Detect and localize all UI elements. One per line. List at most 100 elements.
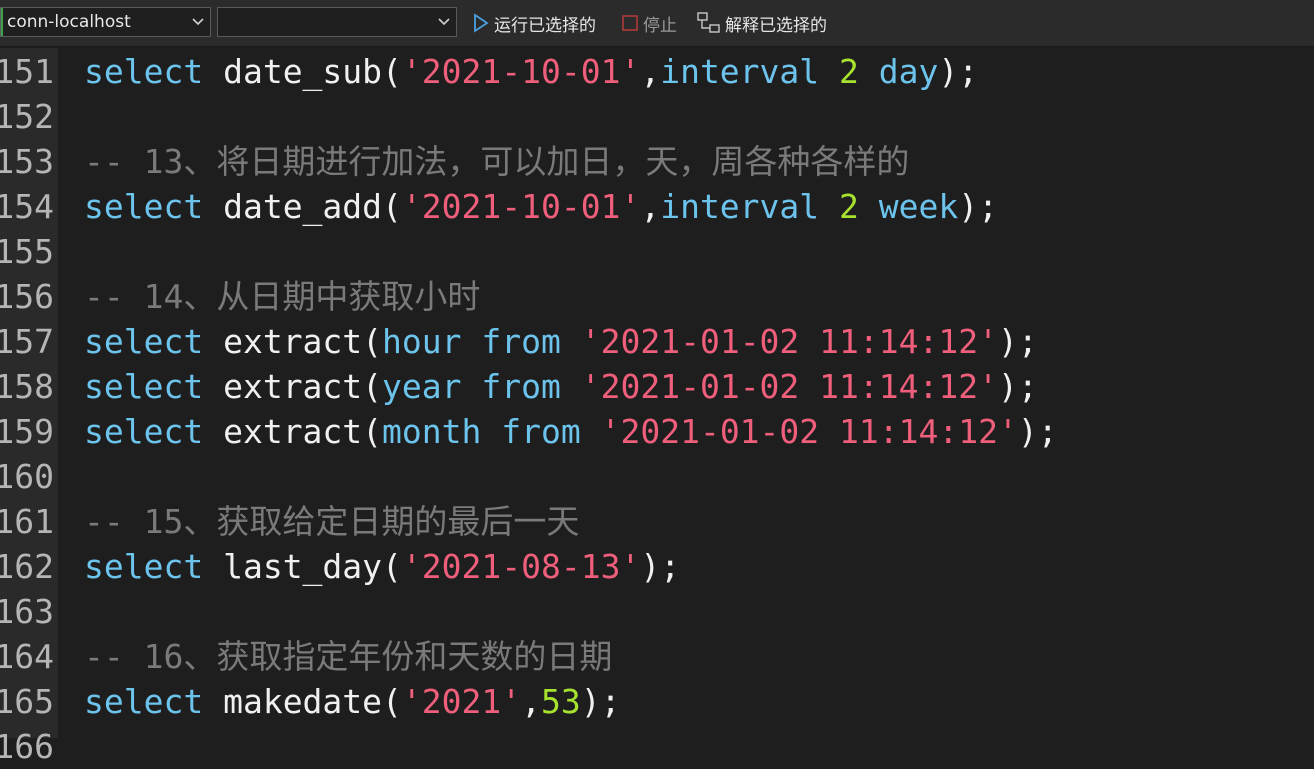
code-line: 155 <box>0 229 1314 274</box>
explain-selected-label: 解释已选择的 <box>725 15 827 36</box>
plain-token: date_add( <box>203 187 402 226</box>
plain-token: , <box>521 682 541 721</box>
code-line: 166 <box>0 724 1314 769</box>
code-text: -- 16、获取指定年份和天数的日期 <box>84 634 612 679</box>
string-token: '2021-01-02 11:14:12' <box>580 322 998 361</box>
connection-status-indicator <box>1 8 3 36</box>
keyword-token: week <box>878 187 959 226</box>
code-line: 152 <box>0 94 1314 139</box>
toolbar: conn-localhost 运行已选择的 停止 解释已选择的 <box>0 0 1314 47</box>
line-number: 159 <box>0 412 54 451</box>
code-text: select date_sub('2021-10-01',interval 2 … <box>84 49 978 94</box>
number-token: 2 <box>839 52 859 91</box>
stop-button[interactable]: 停止 <box>621 10 677 36</box>
line-number: 151 <box>0 52 54 91</box>
stop-label: 停止 <box>643 15 677 36</box>
run-selected-button[interactable]: 运行已选择的 <box>472 10 596 36</box>
plain-token: extract( <box>203 412 383 451</box>
plain-token: ); <box>938 52 979 91</box>
line-number: 164 <box>0 637 54 676</box>
keyword-token: month <box>382 412 482 451</box>
stop-icon <box>622 15 638 31</box>
code-text: select extract(month from '2021-01-02 11… <box>84 409 1058 454</box>
code-line: 157 select extract(hour from '2021-01-02 … <box>0 319 1314 364</box>
keyword-token: select <box>84 367 204 406</box>
string-token: '2021-08-13' <box>401 547 641 586</box>
line-number: 155 <box>0 232 54 271</box>
plain-token: extract( <box>203 322 383 361</box>
connection-select-value: conn-localhost <box>7 12 131 32</box>
keyword-token: select <box>84 187 204 226</box>
code-text: select makedate('2021',53); <box>84 679 621 724</box>
code-line: 156 -- 14、从日期中获取小时 <box>0 274 1314 319</box>
keyword-token: select <box>84 682 204 721</box>
play-icon <box>474 13 489 33</box>
connection-select[interactable]: conn-localhost <box>0 7 211 37</box>
plain-token: ); <box>580 682 621 721</box>
code-line: 153 -- 13、将日期进行加法，可以加日，天，周各种各样的 <box>0 139 1314 184</box>
plain-token: ); <box>1017 412 1058 451</box>
comment-token: -- 14、从日期中获取小时 <box>84 277 481 316</box>
sql-editor[interactable]: 151 select date_sub('2021-10-01',interval… <box>0 48 1314 766</box>
plain-token: extract( <box>203 367 383 406</box>
code-line: 163 <box>0 589 1314 634</box>
keyword-token: interval <box>660 52 820 91</box>
code-text: -- 14、从日期中获取小时 <box>84 274 480 319</box>
plain-token: makedate( <box>203 682 402 721</box>
code-line: 159 select extract(month from '2021-01-02… <box>0 409 1314 454</box>
code-text: select extract(year from '2021-01-02 11:… <box>84 364 1038 409</box>
code-line: 160 <box>0 454 1314 499</box>
comment-token: -- 15、获取给定日期的最后一天 <box>84 502 580 541</box>
code-text: -- 13、将日期进行加法，可以加日，天，周各种各样的 <box>84 139 909 184</box>
number-token: 53 <box>541 682 581 721</box>
explain-selected-button[interactable]: 解释已选择的 <box>697 10 827 36</box>
keyword-token: select <box>84 52 204 91</box>
keyword-token: hour <box>382 322 462 361</box>
code-text: -- 15、获取给定日期的最后一天 <box>84 499 579 544</box>
plain-token: , <box>640 52 661 91</box>
line-number: 163 <box>0 592 54 631</box>
string-token: '2021' <box>401 682 522 721</box>
line-number: 156 <box>0 277 54 316</box>
keyword-token: day <box>878 52 939 91</box>
keyword-token: select <box>84 412 204 451</box>
number-token: 2 <box>839 187 859 226</box>
plain-token: ); <box>640 547 681 586</box>
plain-token: , <box>640 187 661 226</box>
code-line: 154 select date_add('2021-10-01',interval… <box>0 184 1314 229</box>
chevron-down-icon <box>192 18 204 26</box>
keyword-token: interval <box>660 187 820 226</box>
code-line: 162 select last_day('2021-08-13'); <box>0 544 1314 589</box>
database-select[interactable] <box>217 7 457 37</box>
comment-token: -- 13、将日期进行加法，可以加日，天，周各种各样的 <box>84 142 910 181</box>
code-line: 151 select date_sub('2021-10-01',interval… <box>0 49 1314 94</box>
code-text: select extract(hour from '2021-01-02 11:… <box>84 319 1038 364</box>
plain-token: ); <box>997 322 1038 361</box>
code-line: 158 select extract(year from '2021-01-02 … <box>0 364 1314 409</box>
plain-token: ); <box>958 187 999 226</box>
explain-tree-icon <box>697 12 720 33</box>
plain-token: last_day( <box>203 547 402 586</box>
keyword-token: from <box>501 412 581 451</box>
string-token: '2021-01-02 11:14:12' <box>580 367 998 406</box>
string-token: '2021-01-02 11:14:12' <box>600 412 1018 451</box>
code-line: 165 select makedate('2021',53); <box>0 679 1314 724</box>
line-number: 152 <box>0 97 54 136</box>
line-number: 158 <box>0 367 54 406</box>
line-number: 157 <box>0 322 54 361</box>
string-token: '2021-10-01' <box>401 187 641 226</box>
keyword-token: select <box>84 322 204 361</box>
code-line: 161 -- 15、获取给定日期的最后一天 <box>0 499 1314 544</box>
line-number: 160 <box>0 457 54 496</box>
keyword-token: from <box>481 367 561 406</box>
chevron-down-icon <box>438 18 450 26</box>
line-number: 161 <box>0 502 54 541</box>
